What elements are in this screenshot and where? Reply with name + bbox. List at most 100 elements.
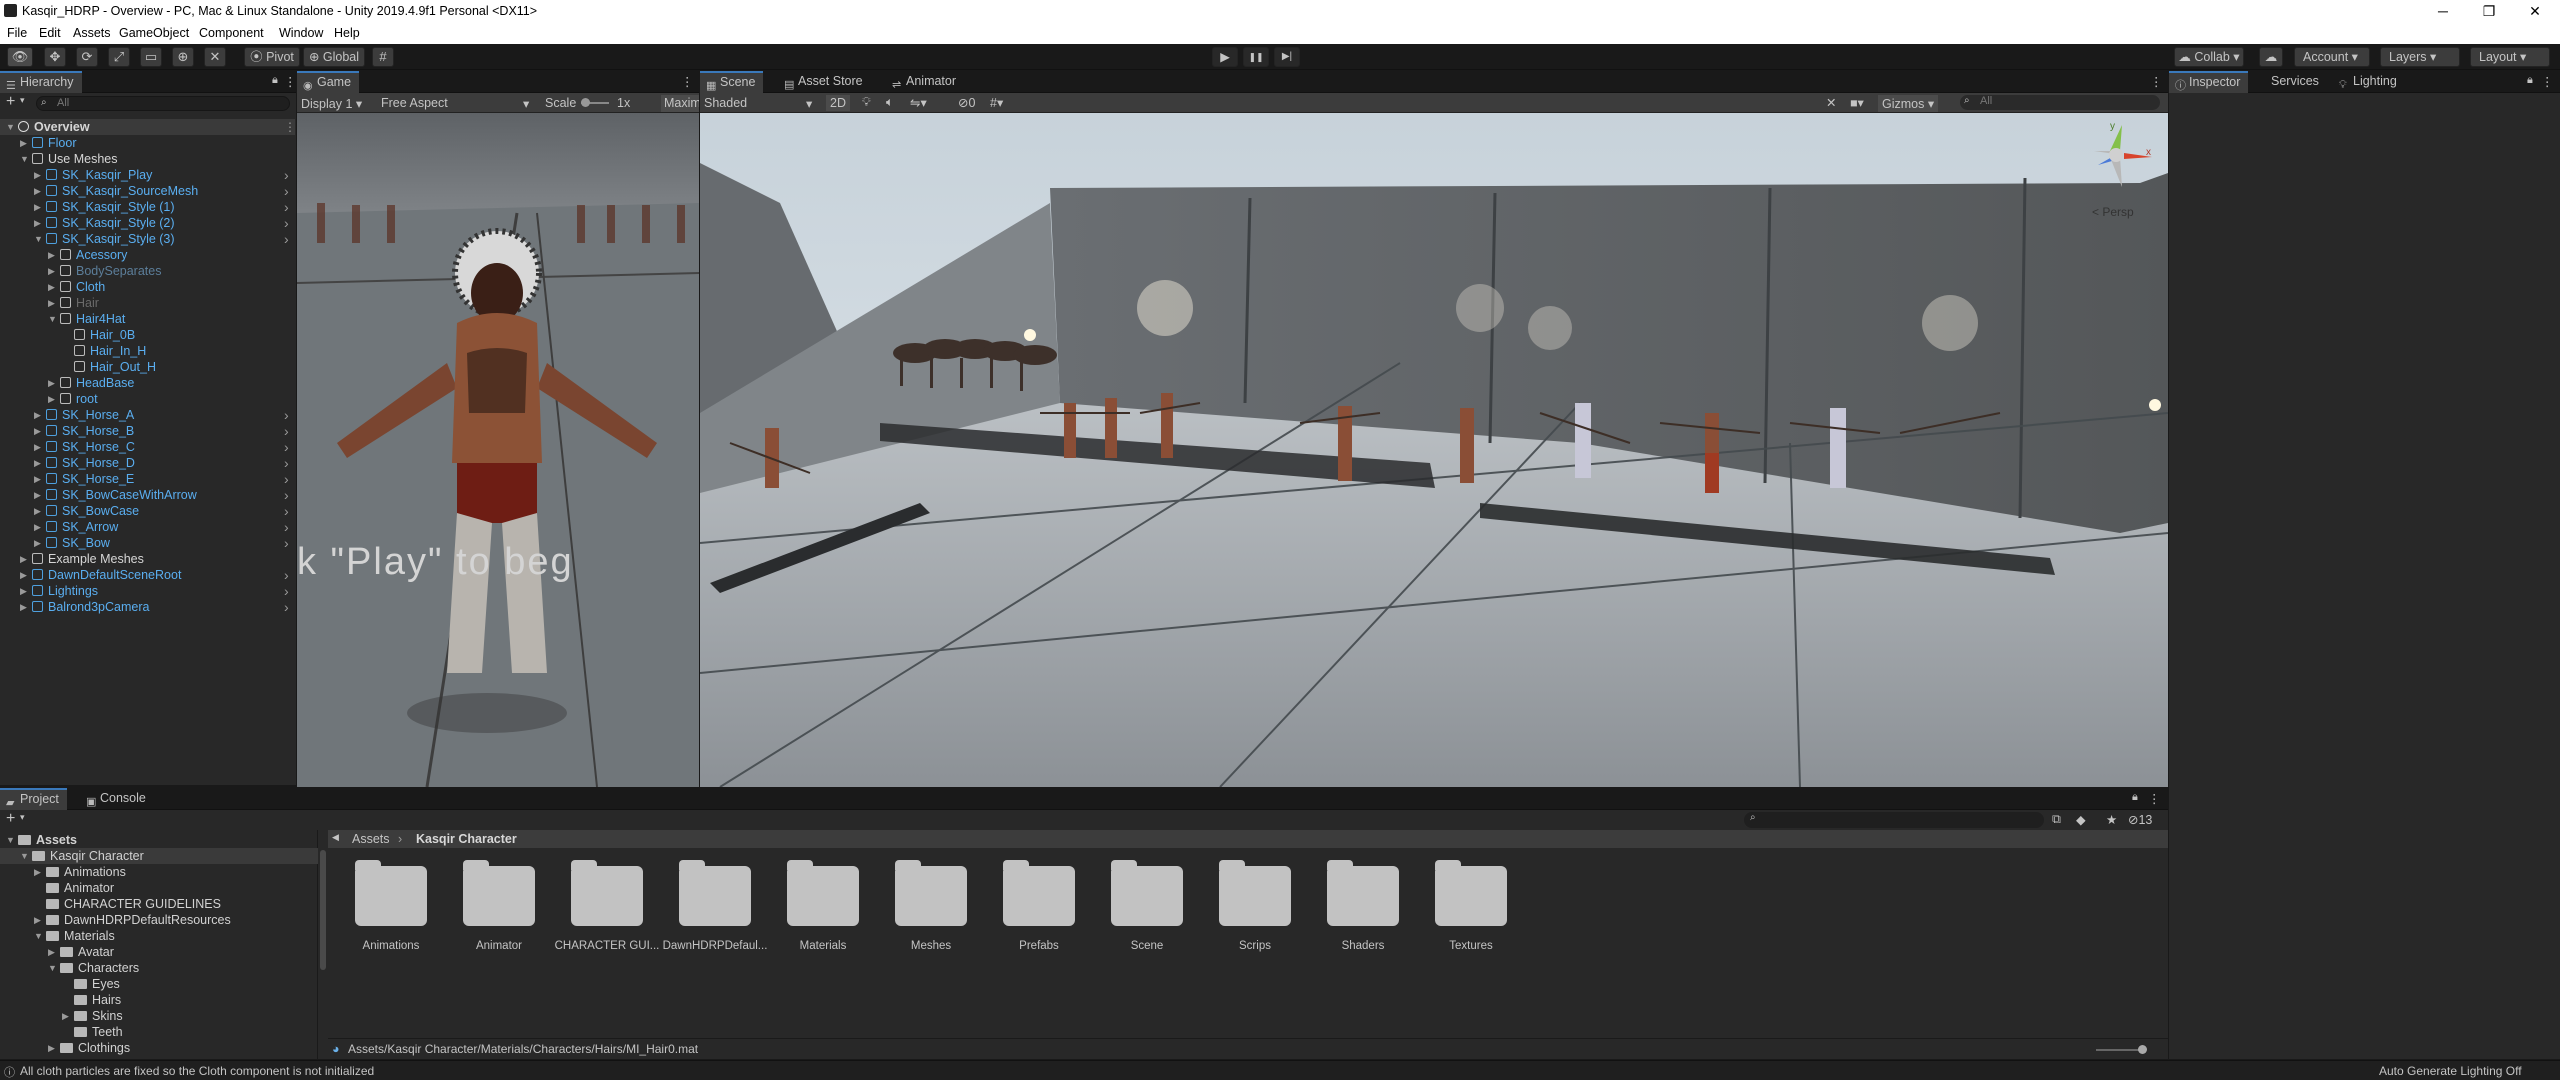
collapsed-arrow-icon[interactable]: ▶ [34, 439, 41, 455]
hierarchy-row[interactable]: ▶ SK_Kasqir_Style (2) › [0, 215, 295, 231]
breadcrumb-assets[interactable]: Assets [352, 832, 390, 846]
hierarchy-row[interactable]: ▶ Lightings › [0, 583, 295, 599]
hierarchy-row[interactable]: ▼ Use Meshes [0, 151, 295, 167]
display-dropdown[interactable]: Display 1 ▾ [301, 96, 362, 111]
view-tool-button[interactable]: 👁 [7, 47, 33, 67]
prefab-open-arrow-icon[interactable]: › [284, 471, 289, 487]
collapsed-arrow-icon[interactable]: ▶ [20, 551, 27, 567]
status-message[interactable]: All cloth particles are fixed so the Clo… [20, 1064, 374, 1078]
add-button[interactable]: + [6, 93, 15, 111]
collapsed-arrow-icon[interactable]: ▶ [20, 599, 27, 615]
hierarchy-row[interactable]: ▶ SK_Horse_E › [0, 471, 295, 487]
pause-button[interactable]: ❚❚ [1243, 47, 1269, 67]
prefab-open-arrow-icon[interactable]: › [284, 487, 289, 503]
hierarchy-row[interactable]: ▶ Floor [0, 135, 295, 151]
hierarchy-row[interactable]: ▶ root [0, 391, 295, 407]
collapsed-arrow-icon[interactable]: ▶ [48, 295, 55, 311]
project-tree-row[interactable]: ▶ Avatar [0, 944, 318, 960]
prefab-open-arrow-icon[interactable]: › [284, 567, 289, 583]
aspect-dropdown[interactable]: Free Aspect ▾ [381, 96, 531, 111]
game-kebab-icon[interactable]: ⋮ [681, 74, 694, 89]
hierarchy-row[interactable]: ▶ Example Meshes [0, 551, 295, 567]
hierarchy-row[interactable]: ▶ Hair [0, 295, 295, 311]
prefab-open-arrow-icon[interactable]: › [284, 407, 289, 423]
custom-tool-button[interactable]: ✕ [204, 47, 226, 67]
rect-tool-button[interactable]: ▭ [140, 47, 162, 67]
collapsed-arrow-icon[interactable]: ▶ [34, 912, 41, 928]
2d-toggle[interactable]: 2D [826, 95, 850, 111]
asset-folder-item[interactable]: Animations [336, 850, 446, 952]
collapsed-arrow-icon[interactable]: ▶ [34, 864, 41, 880]
project-tree-row[interactable]: ▼ Kasqir Character [0, 848, 318, 864]
rotate-tool-button[interactable]: ⟳ [76, 47, 98, 67]
hierarchy-search[interactable]: ⌕ All [36, 96, 290, 111]
lighting-toggle-icon[interactable]: 💡︎ [862, 95, 871, 110]
prefab-open-arrow-icon[interactable]: › [284, 455, 289, 471]
shading-mode-dropdown[interactable]: Shaded ▾ [704, 96, 814, 111]
project-tree-row[interactable]: Eyes [0, 976, 318, 992]
collapsed-arrow-icon[interactable]: ▶ [48, 263, 55, 279]
project-tree-row[interactable]: ▶ Clothings [0, 1040, 318, 1056]
tree-toggle-icon[interactable]: ◀ [332, 832, 339, 843]
menu-file[interactable]: File [7, 26, 27, 40]
hierarchy-row[interactable]: ▶ SK_Kasqir_SourceMesh › [0, 183, 295, 199]
project-tree-row[interactable]: ▶ DawnHDRPDefaultResources [0, 912, 318, 928]
expanded-arrow-icon[interactable]: ▼ [20, 151, 29, 167]
hierarchy-row[interactable]: ▶ Cloth [0, 279, 295, 295]
transform-tool-button[interactable]: ⊕ [172, 47, 194, 67]
hierarchy-row[interactable]: ▶ BodySeparates [0, 263, 295, 279]
scene-menu-icon[interactable]: ⋮ [284, 119, 296, 135]
prefab-open-arrow-icon[interactable]: › [284, 215, 289, 231]
inspector-lock-icon[interactable]: 🔒︎ [2527, 74, 2533, 87]
expanded-arrow-icon[interactable]: ▼ [6, 832, 15, 848]
collapsed-arrow-icon[interactable]: ▶ [34, 455, 41, 471]
project-add-button[interactable]: + [6, 810, 15, 828]
perspective-label[interactable]: < Persp [2092, 205, 2134, 219]
prefab-open-arrow-icon[interactable]: › [284, 199, 289, 215]
menu-component[interactable]: Component [199, 26, 264, 40]
tools-icon[interactable]: ✕ [1826, 95, 1836, 110]
game-viewport[interactable]: k "Play" to beg [297, 113, 699, 787]
hierarchy-row[interactable]: ▶ SK_BowCase › [0, 503, 295, 519]
prefab-open-arrow-icon[interactable]: › [284, 231, 289, 247]
scene-viewport[interactable]: y x < Persp [700, 113, 2168, 787]
collapsed-arrow-icon[interactable]: ▶ [48, 1040, 55, 1056]
hierarchy-row[interactable]: ▶ Acessory [0, 247, 295, 263]
asset-folder-item[interactable]: Scrips [1200, 850, 1310, 952]
hierarchy-row[interactable]: ▶ Balrond3pCamera › [0, 599, 295, 615]
hierarchy-row[interactable]: ▶ DawnDefaultSceneRoot › [0, 567, 295, 583]
gizmos-dropdown[interactable]: Gizmos ▾ [1878, 95, 1939, 112]
hierarchy-row[interactable]: ▶ SK_Horse_C › [0, 439, 295, 455]
menu-assets[interactable]: Assets [73, 26, 111, 40]
tab-inspector[interactable]: ⓘ Inspector [2169, 71, 2249, 93]
grid-snap-button[interactable]: # [372, 47, 394, 67]
scale-tool-button[interactable]: ⤢ [108, 47, 130, 67]
prefab-open-arrow-icon[interactable]: › [284, 423, 289, 439]
asset-folder-item[interactable]: DawnHDRPDefaul... [660, 850, 770, 952]
project-tree-row[interactable]: Animator [0, 880, 318, 896]
play-button[interactable]: ▶ [1212, 47, 1238, 67]
tab-scene[interactable]: ▦ Scene [700, 71, 764, 93]
global-toggle[interactable]: ⊕ Global [303, 47, 365, 67]
scale-slider[interactable] [581, 98, 609, 107]
hierarchy-row[interactable]: ▶ SK_Bow › [0, 535, 295, 551]
lock-icon[interactable]: 🔒︎ [272, 74, 278, 87]
collapsed-arrow-icon[interactable]: ▶ [34, 183, 41, 199]
collapsed-arrow-icon[interactable]: ▶ [20, 583, 27, 599]
collapsed-arrow-icon[interactable]: ▶ [34, 519, 41, 535]
hierarchy-row[interactable]: Hair_Out_H [0, 359, 295, 375]
menu-help[interactable]: Help [334, 26, 360, 40]
hierarchy-row[interactable]: ▶ SK_Horse_A › [0, 407, 295, 423]
axis-gizmo-icon[interactable] [2090, 123, 2154, 187]
project-search[interactable]: ⌕ [1744, 812, 2044, 828]
collapsed-arrow-icon[interactable]: ▶ [34, 199, 41, 215]
camera-icon[interactable]: ■▾ [1850, 95, 1864, 110]
tree-scrollbar[interactable] [320, 850, 326, 970]
tab-animator[interactable]: ⇌ Animator [886, 71, 964, 93]
tab-services[interactable]: Services [2263, 71, 2327, 93]
expanded-arrow-icon[interactable]: ▼ [34, 231, 43, 247]
step-button[interactable]: ▶| [1274, 47, 1300, 67]
tab-project[interactable]: ▰ Project [0, 788, 67, 810]
pivot-toggle[interactable]: ⦿ Pivot [244, 47, 300, 67]
minimize-button[interactable]: ─ [2420, 0, 2466, 22]
